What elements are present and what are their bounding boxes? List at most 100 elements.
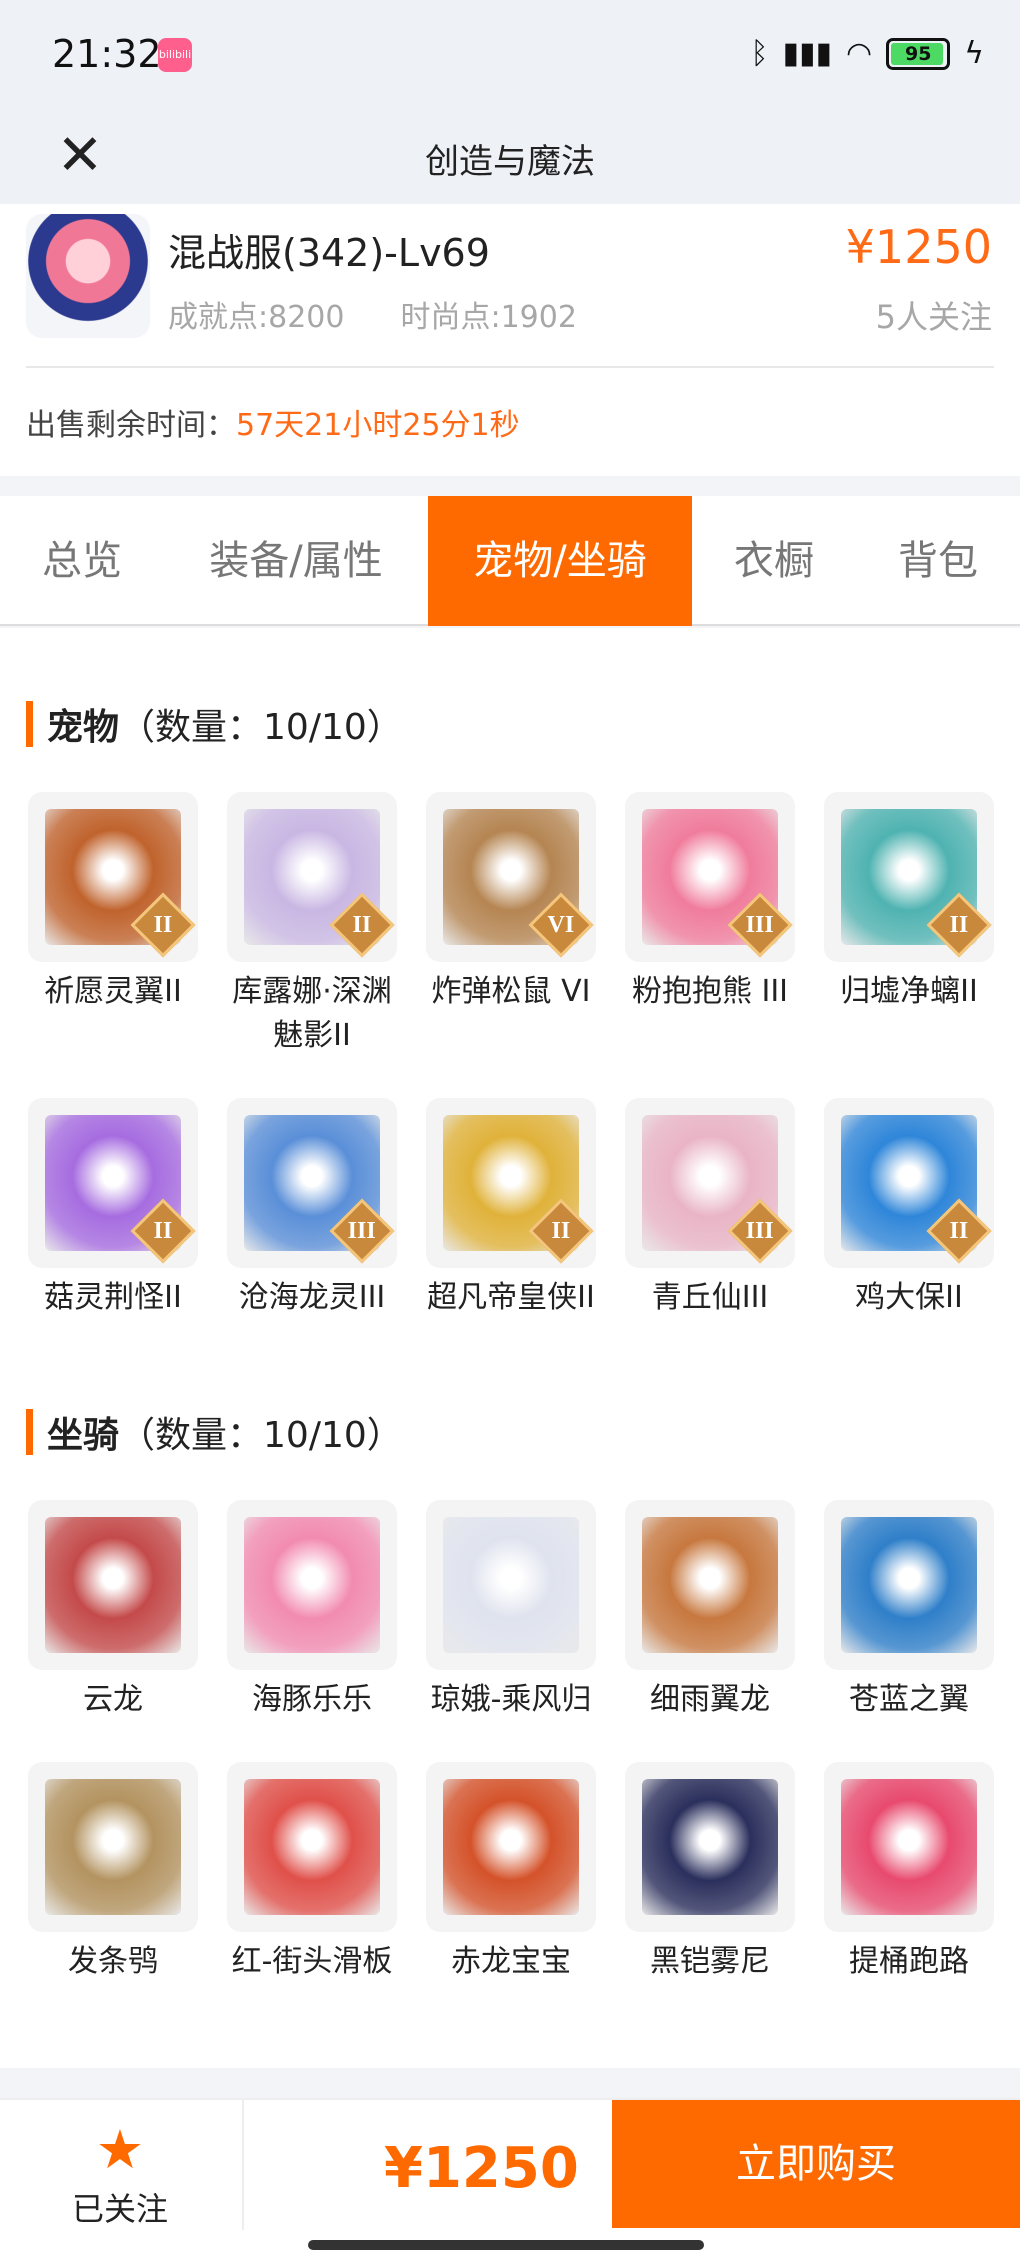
pets-item[interactable]: III 青丘仙III	[625, 1098, 795, 1320]
mounts-thumbnail	[227, 1762, 397, 1932]
pets-thumbnail: II	[28, 792, 198, 962]
home-indicator	[308, 2240, 704, 2250]
mounts-image	[244, 1779, 380, 1915]
tab-wardrobe[interactable]: 衣橱	[692, 496, 856, 626]
mounts-name: 苍蓝之翼	[849, 1682, 969, 1717]
mounts-item[interactable]: 黑铠雾尼	[625, 1762, 795, 1984]
mounts-item[interactable]: 云龙	[28, 1500, 198, 1722]
remaining-label: 出售剩余时间：	[26, 408, 236, 443]
mounts-grid: 云龙 海豚乐乐 琼娥-乘风归 细雨翼龙 苍蓝之翼发条鸮 红-街头滑板 赤龙宝宝 黑铠雾尼 提桶跑…	[28, 1500, 994, 1984]
pets-item[interactable]: II 鸡大保II	[824, 1098, 994, 1320]
mounts-thumbnail	[227, 1500, 397, 1670]
pets-name: 沧海龙灵III	[238, 1280, 386, 1315]
pets-thumbnail: II	[227, 792, 397, 962]
mounts-name: 红-街头滑板	[231, 1944, 393, 1979]
mounts-item[interactable]: 发条鸮	[28, 1762, 198, 1984]
mounts-name: 赤龙宝宝	[451, 1944, 571, 1979]
pets-name: 祈愿灵翼II	[44, 974, 182, 1009]
pets-name: 超凡帝皇侠II	[427, 1280, 595, 1315]
tab-equipment[interactable]: 装备/属性	[164, 496, 428, 626]
pets-thumbnail: III	[625, 792, 795, 962]
pets-name: 归墟净螭II	[840, 974, 978, 1009]
mounts-item[interactable]: 细雨翼龙	[625, 1500, 795, 1722]
pets-item[interactable]: II 菇灵荆怪II	[28, 1098, 198, 1320]
pets-thumbnail: III	[625, 1098, 795, 1268]
listing-price: ¥1250	[845, 220, 992, 274]
mounts-item[interactable]: 提桶跑路	[824, 1762, 994, 1984]
pets-title: 宠物	[47, 707, 120, 748]
mounts-thumbnail	[625, 1500, 795, 1670]
buy-now-button[interactable]: 立即购买	[612, 2100, 1020, 2228]
mounts-image	[443, 1779, 579, 1915]
mounts-title: 坐骑	[47, 1415, 120, 1456]
pets-item[interactable]: II 归墟净螭II	[824, 792, 994, 1058]
rank-badge-label: VI	[547, 911, 575, 938]
nav-bar: ✕ 创造与魔法	[0, 110, 1020, 204]
mounts-name: 细雨翼龙	[650, 1682, 770, 1717]
tab-backpack[interactable]: 背包	[856, 496, 1020, 626]
mounts-thumbnail	[426, 1762, 596, 1932]
pets-name: 库露娜·深渊魅影II	[232, 974, 392, 1053]
mounts-item[interactable]: 赤龙宝宝	[426, 1762, 596, 1984]
pets-item[interactable]: II 祈愿灵翼II	[28, 792, 198, 1058]
pets-name: 青丘仙III	[651, 1280, 769, 1315]
mounts-name: 黑铠雾尼	[650, 1944, 770, 1979]
bilibili-app-icon: bilibili	[158, 38, 192, 72]
pets-thumbnail: II	[28, 1098, 198, 1268]
mounts-item[interactable]: 海豚乐乐	[227, 1500, 397, 1722]
rank-badge-label: III	[347, 1217, 377, 1244]
pets-item[interactable]: II 超凡帝皇侠II	[426, 1098, 596, 1320]
pets-count: （数量：10/10）	[119, 707, 403, 748]
tab-bar: 总览 装备/属性 宠物/坐骑 衣橱 背包	[0, 496, 1020, 626]
rank-badge-label: II	[153, 1217, 173, 1244]
mounts-section-title: 坐骑 （数量：10/10）	[26, 1406, 403, 1458]
mounts-name: 海豚乐乐	[252, 1682, 372, 1717]
pets-item[interactable]: III 粉抱抱熊 III	[625, 792, 795, 1058]
mounts-thumbnail	[824, 1500, 994, 1670]
page-title: 创造与魔法	[425, 142, 595, 182]
charging-icon: ϟ	[964, 36, 984, 71]
pets-item[interactable]: III 沧海龙灵III	[227, 1098, 397, 1320]
sale-remaining-time: 出售剩余时间：57天21小时25分1秒	[26, 400, 520, 444]
signal-hd-icon: ▮▮▮	[782, 36, 833, 71]
rank-badge-label: II	[551, 1217, 571, 1244]
tab-pets-mounts[interactable]: 宠物/坐骑	[428, 496, 692, 626]
pets-thumbnail: III	[227, 1098, 397, 1268]
remaining-value: 57天21小时25分1秒	[236, 408, 520, 443]
status-bar: 21:32 bilibili ᛒ ▮▮▮ ◠ 95 ϟ	[0, 0, 1020, 110]
mounts-thumbnail	[28, 1500, 198, 1670]
mounts-image	[642, 1779, 778, 1915]
mounts-image	[45, 1779, 181, 1915]
pets-thumbnail: II	[824, 1098, 994, 1268]
mounts-image	[443, 1517, 579, 1653]
rank-badge-label: II	[949, 1217, 969, 1244]
divider	[26, 366, 994, 368]
mounts-item[interactable]: 琼娥-乘风归	[426, 1500, 596, 1722]
mounts-item[interactable]: 苍蓝之翼	[824, 1500, 994, 1722]
pets-section-title: 宠物 （数量：10/10）	[26, 698, 403, 750]
mounts-thumbnail	[625, 1762, 795, 1932]
pets-name: 菇灵荆怪II	[44, 1280, 182, 1315]
status-icons: ᛒ ▮▮▮ ◠ 95 ϟ	[750, 36, 984, 71]
pets-thumbnail: VI	[426, 792, 596, 962]
mounts-item[interactable]: 红-街头滑板	[227, 1762, 397, 1984]
pets-name: 炸弹松鼠 VI	[431, 974, 591, 1009]
follower-count: 5人关注	[875, 298, 992, 336]
achievement-points: 成就点:8200	[168, 300, 345, 335]
battery-level: 95	[904, 42, 932, 65]
follow-button[interactable]: ★ 已关注	[30, 2120, 210, 2240]
mounts-name: 琼娥-乘风归	[430, 1682, 592, 1717]
account-stats: 成就点:8200 时尚点:1902	[168, 292, 577, 336]
mounts-image	[45, 1517, 181, 1653]
star-icon: ★	[95, 2118, 145, 2181]
section-accent-bar	[26, 701, 33, 747]
mounts-image	[841, 1517, 977, 1653]
pets-name: 鸡大保II	[855, 1280, 963, 1315]
pets-item[interactable]: II 库露娜·深渊魅影II	[227, 792, 397, 1058]
pets-item[interactable]: VI 炸弹松鼠 VI	[426, 792, 596, 1058]
follow-label: 已关注	[71, 2190, 168, 2228]
tab-overview[interactable]: 总览	[0, 496, 164, 626]
rank-badge-label: II	[949, 911, 969, 938]
pets-name: 粉抱抱熊 III	[631, 974, 789, 1009]
mounts-thumbnail	[426, 1500, 596, 1670]
